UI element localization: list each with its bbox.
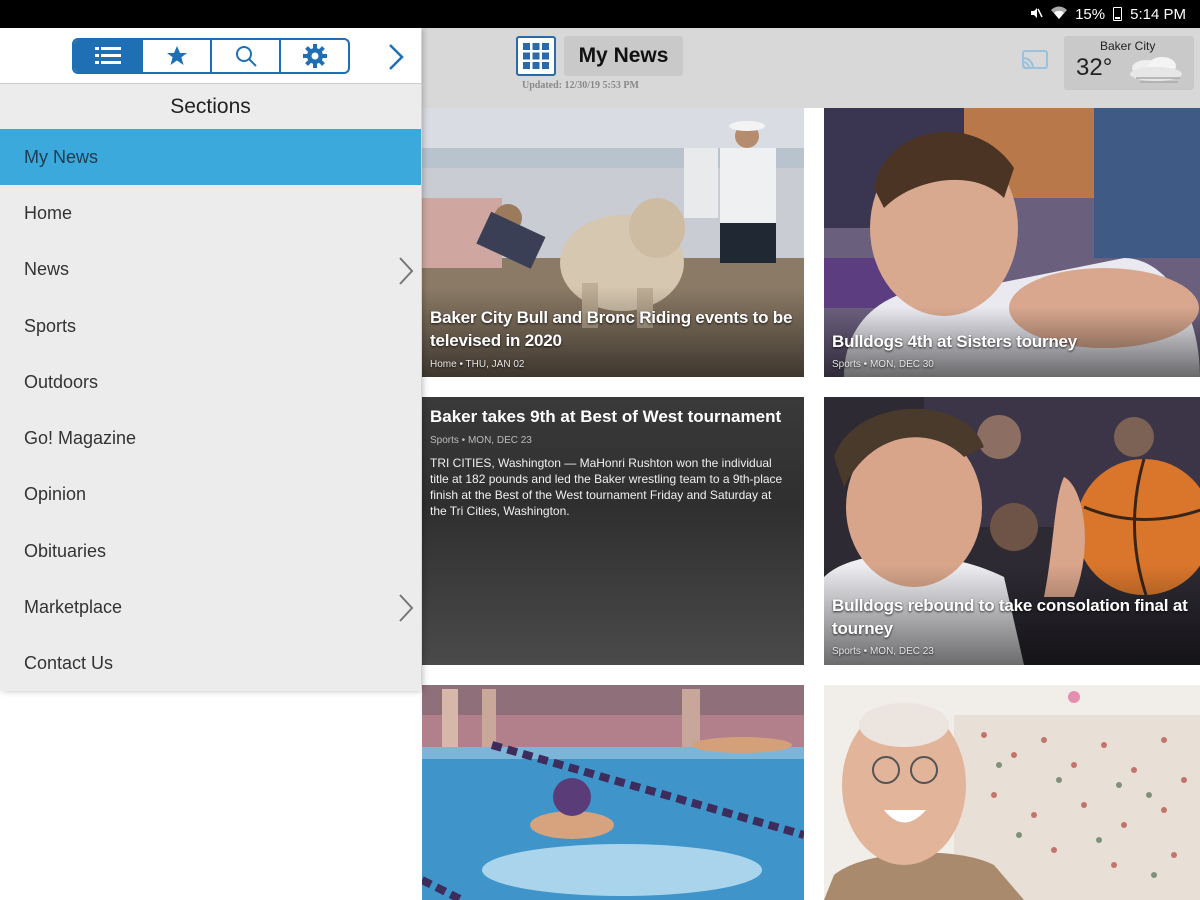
weather-widget[interactable]: Baker City 32° [1064,36,1194,90]
close-drawer-button[interactable] [384,42,408,72]
menu-item-label: Outdoors [24,371,99,392]
menu-item-label: My News [24,146,99,167]
menu-item-home[interactable]: Home [0,185,421,241]
story-meta: Sports • MON, DEC 23 [832,646,934,657]
drawer-tab-group [72,38,350,74]
menu-item-sports[interactable]: Sports [0,298,421,354]
sections-heading: Sections [0,85,421,129]
story-meta: Home • THU, JAN 02 [430,359,525,370]
chevron-right-icon [399,594,414,623]
menu-item-label: Marketplace [24,597,123,618]
menu-item-label: Home [24,202,73,223]
menu-item-news[interactable]: News [0,242,421,298]
sections-drawer: Sections My News Home News Sports Outdoo… [0,28,421,691]
story-headline: Bulldogs rebound to take consolation fin… [832,596,1188,638]
menu-item-my-news[interactable]: My News [0,129,421,186]
settings-tab[interactable] [281,40,348,72]
menu-item-label: Contact Us [24,653,114,674]
story-summary: TRI CITIES, Washington — MaHonri Rushton… [430,456,783,518]
story-headline: Baker City Bull and Bronc Riding events … [430,308,793,350]
story-headline: Baker takes 9th at Best of West tourname… [430,407,782,426]
menu-item-label: Go! Magazine [24,428,137,449]
menu-item-label: Sports [24,315,77,336]
menu-item-opinion[interactable]: Opinion [0,467,421,523]
search-tab[interactable] [212,40,281,72]
clock: 5:14 PM [1130,5,1186,23]
sections-tab[interactable] [74,40,143,72]
story-card[interactable] [422,685,804,900]
list-icon [94,47,121,64]
page-title: My News [564,36,683,76]
wifi-icon [1051,6,1068,23]
grid-icon [523,43,549,69]
story-headline: Bulldogs 4th at Sisters tourney [832,332,1078,351]
story-card-text[interactable]: Baker takes 9th at Best of West tourname… [422,397,804,665]
menu-item-obituaries[interactable]: Obituaries [0,523,421,579]
battery-icon [1113,7,1123,21]
chevron-right-icon [389,44,404,70]
menu-item-marketplace[interactable]: Marketplace [0,579,421,635]
chevron-right-icon [399,256,414,285]
story-card[interactable]: Baker City Bull and Bronc Riding events … [422,108,804,377]
menu-item-contact-us[interactable]: Contact Us [0,636,421,692]
menu-item-outdoors[interactable]: Outdoors [0,354,421,410]
story-meta: Sports • MON, DEC 30 [832,359,934,370]
story-card[interactable]: Bulldogs rebound to take consolation fin… [824,397,1200,665]
weather-temp: 32° [1076,54,1113,81]
story-meta: Sports • MON, DEC 23 [430,435,532,446]
favorites-tab[interactable] [143,40,212,72]
cast-icon[interactable] [1020,48,1050,72]
updated-timestamp: Updated: 12/30/19 5:53 PM [522,80,639,91]
story-card[interactable] [824,685,1200,900]
grid-view-button[interactable] [516,36,556,76]
sections-menu: My News Home News Sports Outdoors Go! Ma… [0,129,421,692]
weather-city: Baker City [1100,39,1156,53]
star-icon [166,46,187,65]
portrait-photo [824,685,1200,900]
cloud-icon [1130,57,1182,83]
menu-item-label: Obituaries [24,540,107,561]
swimmer-photo [422,685,804,900]
story-card[interactable]: Bulldogs 4th at Sisters tourney Sports •… [824,108,1200,377]
mute-icon [1029,6,1043,23]
menu-item-label: News [24,259,70,280]
drawer-toolbar [0,28,421,84]
battery-percent: 15% [1075,5,1106,23]
menu-item-label: Opinion [24,484,87,505]
gear-icon [302,44,327,68]
menu-item-go-magazine[interactable]: Go! Magazine [0,410,421,466]
search-icon [235,46,257,67]
main-header: My News Updated: 12/30/19 5:53 PM Baker … [422,28,1200,108]
status-bar: 15% 5:14 PM [0,0,1200,28]
